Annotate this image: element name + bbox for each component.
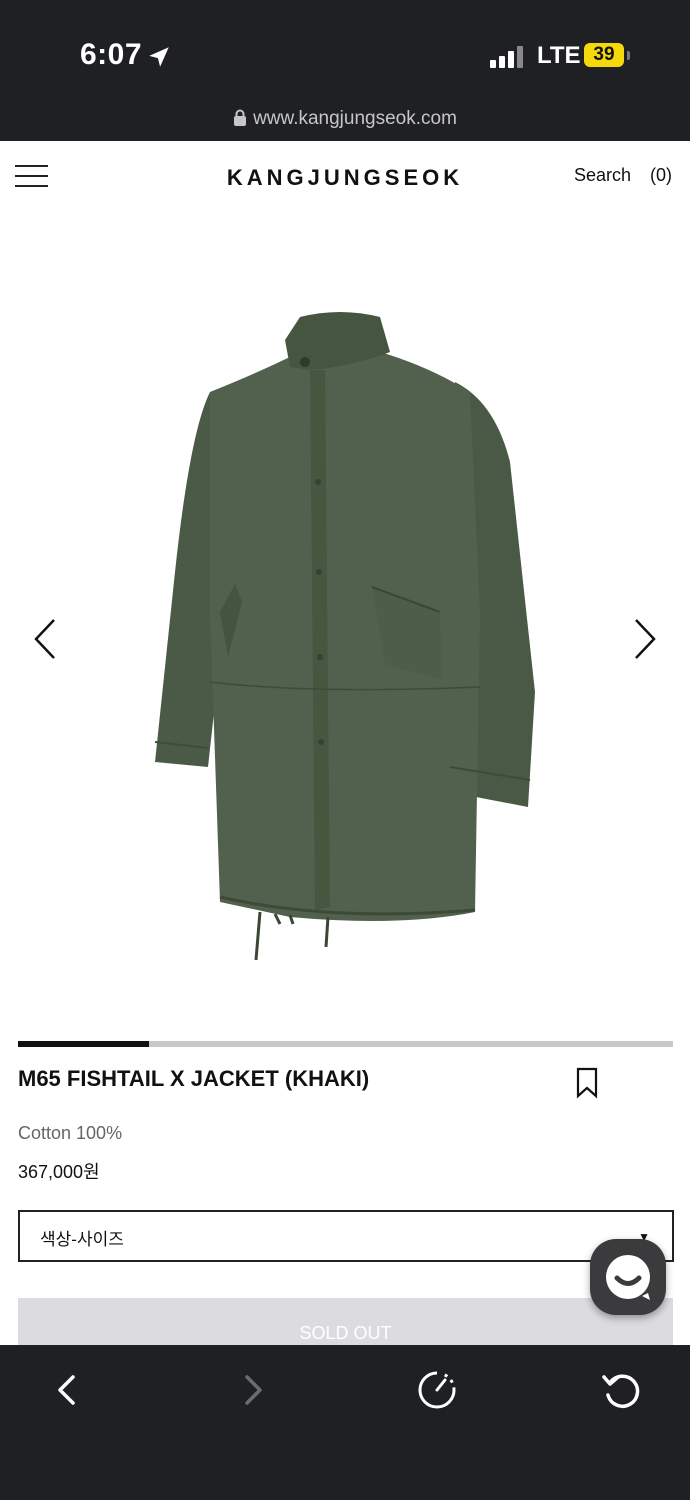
signal-icon: [490, 46, 526, 68]
status-time: 6:07: [80, 38, 143, 71]
search-link[interactable]: Search: [574, 165, 631, 186]
khaki-jacket-image: [154, 312, 535, 961]
bookmark-icon[interactable]: [575, 1067, 599, 1099]
option-select-value: 색상-사이즈: [40, 1230, 124, 1249]
product-gallery: [0, 216, 690, 1036]
forward-icon[interactable]: [228, 1365, 278, 1415]
arrow-right-icon[interactable]: [626, 616, 666, 662]
browser-toolbar: [0, 1345, 690, 1500]
product-title: M65 FISHTAIL X JACKET (KHAKI): [18, 1066, 370, 1091]
site-header: KANGJUNGSEOK Search (0): [0, 141, 690, 216]
gallery-progress-fill: [18, 1041, 149, 1047]
address-bar[interactable]: www.kangjungseok.com: [0, 108, 690, 130]
network-label: LTE: [537, 42, 581, 69]
lock-icon: [234, 109, 247, 126]
location-arrow-icon: [149, 47, 169, 67]
product-material: Cotton 100%: [18, 1123, 123, 1143]
reload-icon[interactable]: [596, 1365, 646, 1415]
back-icon[interactable]: [42, 1365, 92, 1415]
url-text: www.kangjungseok.com: [253, 108, 457, 129]
battery-nub: [627, 51, 630, 60]
arrow-left-icon[interactable]: [28, 616, 68, 662]
product-price: 367,000원: [18, 1162, 100, 1182]
gauge-icon[interactable]: [412, 1365, 462, 1415]
battery-icon: 39: [584, 43, 624, 67]
status-bar: 6:07 LTE 39 www.kangjungseok.com: [0, 0, 690, 141]
chat-icon[interactable]: [590, 1239, 666, 1315]
option-select[interactable]: 색상-사이즈 ▼: [18, 1210, 674, 1262]
cart-link[interactable]: (0): [650, 165, 672, 186]
gallery-progress-track: [18, 1041, 673, 1047]
soldout-label: SOLD OUT: [299, 1323, 392, 1343]
soldout-button[interactable]: SOLD OUT: [18, 1298, 673, 1348]
